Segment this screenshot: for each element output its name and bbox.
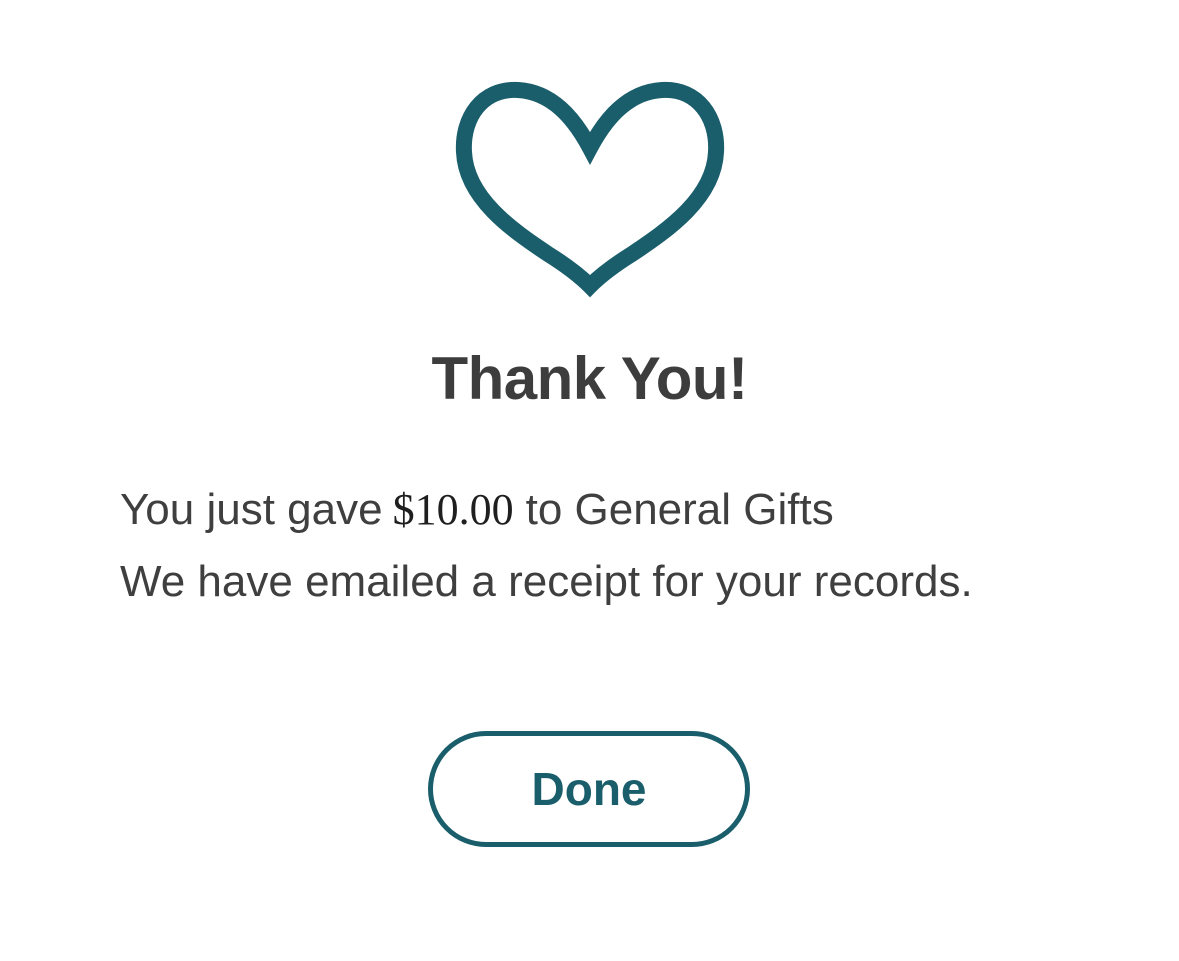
receipt-note: We have emailed a receipt for your recor…: [120, 557, 973, 606]
confirmation-message: You just gave $10.00 to General Gifts We h…: [120, 474, 973, 618]
done-button[interactable]: Done: [428, 731, 750, 847]
gift-prefix: You just gave: [120, 485, 383, 534]
gift-amount: $10.00: [392, 485, 514, 534]
page-title: Thank You!: [431, 345, 748, 412]
heart-icon: [452, 78, 728, 300]
gift-suffix: to General Gifts: [525, 485, 834, 534]
gift-summary-line: You just gave $10.00 to General Gifts: [120, 474, 973, 546]
